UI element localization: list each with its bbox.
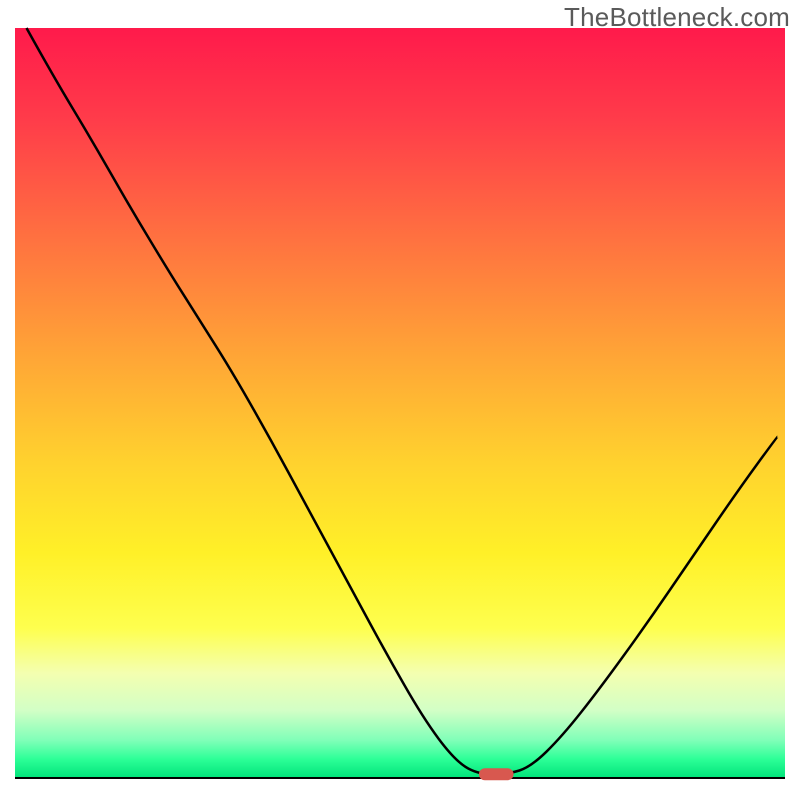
watermark-text: TheBottleneck.com	[564, 2, 790, 33]
optimal-marker	[479, 768, 514, 780]
chart-svg	[0, 0, 800, 800]
plot-background	[15, 28, 785, 778]
bottleneck-chart: TheBottleneck.com	[0, 0, 800, 800]
